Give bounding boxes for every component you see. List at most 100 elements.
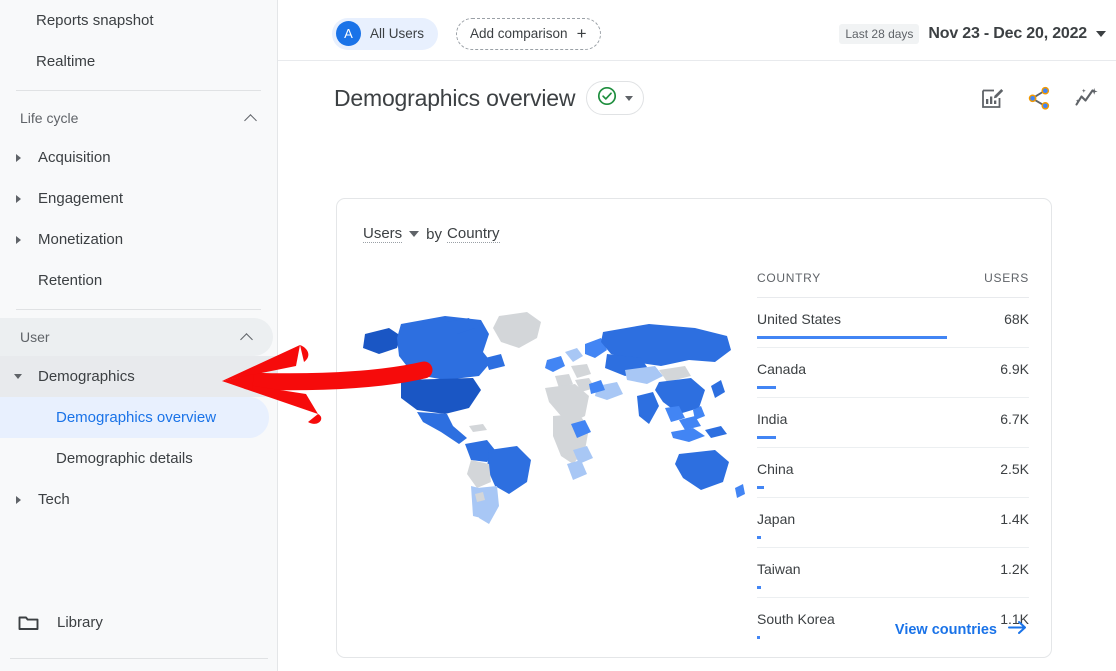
sidebar-item-label: Library bbox=[57, 614, 103, 631]
caret-down-icon bbox=[409, 231, 419, 237]
row-country: China bbox=[757, 461, 794, 477]
sidebar-item-monetization[interactable]: Monetization bbox=[0, 219, 277, 260]
dimension-selector[interactable]: Country bbox=[447, 225, 500, 243]
world-map-chart[interactable] bbox=[349, 304, 749, 564]
sidebar-item-reports-snapshot[interactable]: Reports snapshot bbox=[0, 0, 277, 41]
users-by-country-card: Users by Country bbox=[336, 198, 1052, 658]
sidebar-item-tech[interactable]: Tech bbox=[0, 479, 277, 520]
table-row[interactable]: India 6.7K bbox=[757, 398, 1029, 448]
row-bar-fill bbox=[757, 436, 776, 439]
row-users: 6.9K bbox=[1000, 361, 1029, 377]
triangle-right-icon bbox=[14, 154, 38, 162]
table-row[interactable]: Japan 1.4K bbox=[757, 498, 1029, 548]
row-bar-track bbox=[757, 336, 1029, 339]
row-country: Canada bbox=[757, 361, 806, 377]
metric-label: Users bbox=[363, 225, 402, 243]
table-header: COUNTRY USERS bbox=[757, 271, 1029, 298]
row-bar-track bbox=[757, 436, 1029, 439]
sidebar-item-demographic-details[interactable]: Demographic details bbox=[0, 438, 277, 479]
date-range-selector[interactable]: Last 28 days Nov 23 - Dec 20, 2022 bbox=[839, 7, 1106, 61]
row-bar-track bbox=[757, 536, 1029, 539]
metric-selector[interactable]: Users bbox=[363, 225, 419, 243]
analytics-page: Reports snapshot Realtime Life cycle Acq… bbox=[0, 0, 1116, 671]
triangle-down-icon bbox=[14, 374, 38, 379]
column-header-country: COUNTRY bbox=[757, 271, 821, 285]
row-country: South Korea bbox=[757, 611, 835, 627]
row-bar-fill bbox=[757, 486, 764, 489]
sidebar-item-engagement[interactable]: Engagement bbox=[0, 178, 277, 219]
add-comparison-label: Add comparison bbox=[470, 26, 568, 41]
header-actions bbox=[980, 70, 1100, 126]
sidebar-item-realtime[interactable]: Realtime bbox=[0, 41, 277, 82]
row-bar-fill bbox=[757, 586, 761, 589]
triangle-right-icon bbox=[14, 195, 38, 203]
row-bar-track bbox=[757, 486, 1029, 489]
row-bar-track bbox=[757, 386, 1029, 389]
table-row[interactable]: Canada 6.9K bbox=[757, 348, 1029, 398]
row-bar-fill bbox=[757, 636, 760, 639]
sidebar-item-acquisition[interactable]: Acquisition bbox=[0, 137, 277, 178]
view-countries-link[interactable]: View countries bbox=[895, 620, 1027, 639]
row-users: 1.4K bbox=[1000, 511, 1029, 527]
sidebar-section-label: Life cycle bbox=[20, 110, 78, 126]
world-map-svg bbox=[349, 304, 749, 564]
by-word: by bbox=[426, 226, 442, 243]
main-content: A All Users Add comparison + Last 28 day… bbox=[278, 0, 1116, 671]
sidebar-divider-1 bbox=[16, 90, 261, 91]
row-country: Japan bbox=[757, 511, 795, 527]
left-sidebar: Reports snapshot Realtime Life cycle Acq… bbox=[0, 0, 278, 671]
sidebar-item-demographics[interactable]: Demographics bbox=[0, 356, 277, 397]
row-bar-fill bbox=[757, 386, 776, 389]
row-bar-track bbox=[757, 586, 1029, 589]
chevron-up-icon bbox=[240, 333, 253, 346]
sidebar-section-life-cycle[interactable]: Life cycle bbox=[0, 99, 277, 137]
insights-icon[interactable] bbox=[1074, 86, 1100, 111]
row-users: 1.2K bbox=[1000, 561, 1029, 577]
sidebar-item-library[interactable]: Library bbox=[0, 602, 103, 642]
sidebar-divider-3 bbox=[10, 658, 268, 659]
sidebar-item-label: Acquisition bbox=[38, 149, 111, 166]
sidebar-divider-2 bbox=[16, 309, 261, 310]
folder-icon bbox=[18, 614, 39, 631]
chevron-up-icon bbox=[244, 114, 257, 127]
row-bar-fill bbox=[757, 336, 947, 339]
customize-report-icon[interactable] bbox=[980, 86, 1005, 111]
triangle-right-icon bbox=[14, 496, 38, 504]
row-users: 2.5K bbox=[1000, 461, 1029, 477]
row-users: 6.7K bbox=[1000, 411, 1029, 427]
report-status-dropdown[interactable] bbox=[586, 81, 644, 115]
date-range-label: Nov 23 - Dec 20, 2022 bbox=[928, 25, 1087, 43]
table-row[interactable]: Taiwan 1.2K bbox=[757, 548, 1029, 598]
share-icon[interactable] bbox=[1027, 86, 1052, 111]
caret-down-icon bbox=[625, 96, 633, 101]
date-preset-badge: Last 28 days bbox=[839, 24, 919, 44]
row-country: United States bbox=[757, 311, 841, 327]
row-country: India bbox=[757, 411, 787, 427]
add-comparison-button[interactable]: Add comparison + bbox=[456, 18, 601, 50]
sidebar-item-label: Engagement bbox=[38, 190, 123, 207]
row-country: Taiwan bbox=[757, 561, 801, 577]
table-row[interactable]: China 2.5K bbox=[757, 448, 1029, 498]
sidebar-item-label: Tech bbox=[38, 491, 70, 508]
sidebar-item-retention[interactable]: Retention bbox=[0, 260, 277, 301]
sidebar-item-label: Monetization bbox=[38, 231, 123, 248]
page-header: Demographics overview bbox=[278, 70, 1116, 126]
page-title: Demographics overview bbox=[334, 85, 575, 112]
sidebar-subitem-label: Demographics overview bbox=[56, 409, 216, 426]
country-users-table: COUNTRY USERS United States 68K Canada 6… bbox=[757, 271, 1029, 647]
sidebar-item-label: Reports snapshot bbox=[14, 12, 154, 29]
column-header-users: USERS bbox=[984, 271, 1029, 285]
table-row[interactable]: United States 68K bbox=[757, 298, 1029, 348]
row-bar-fill bbox=[757, 536, 761, 539]
row-users: 68K bbox=[1004, 311, 1029, 327]
sidebar-item-label: Demographics bbox=[38, 368, 135, 385]
sidebar-section-user[interactable]: User bbox=[0, 318, 273, 356]
sidebar-section-label: User bbox=[20, 329, 50, 345]
sidebar-item-demographics-overview[interactable]: Demographics overview bbox=[0, 397, 269, 438]
plus-icon: + bbox=[577, 25, 587, 42]
sidebar-item-label: Retention bbox=[38, 272, 102, 289]
arrow-right-icon bbox=[1008, 620, 1027, 639]
check-circle-icon bbox=[597, 86, 617, 111]
audience-chip-all-users[interactable]: A All Users bbox=[332, 18, 438, 50]
avatar: A bbox=[336, 21, 361, 46]
